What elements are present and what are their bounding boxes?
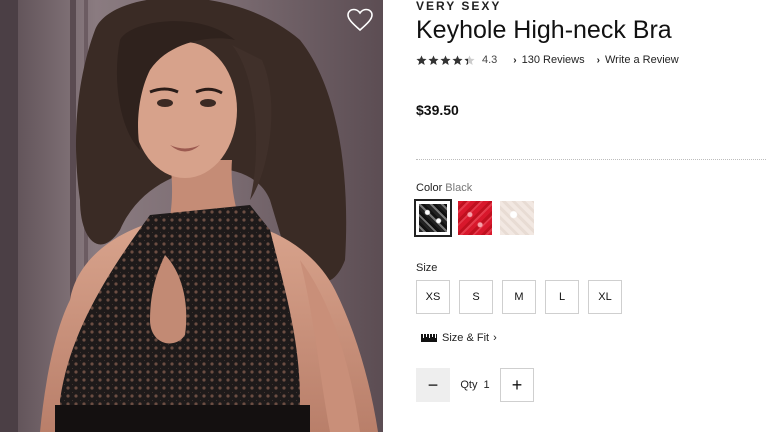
write-review-link[interactable]: › Write a Review [597, 54, 679, 66]
star-icon [416, 54, 427, 65]
reviews-link-label: 130 Reviews [521, 54, 585, 66]
swatch-ivory[interactable] [500, 201, 534, 235]
chevron-right-icon: › [596, 54, 600, 66]
size-options: XS S M L XL [416, 280, 631, 314]
size-fit-link[interactable]: Size & Fit › [421, 332, 497, 344]
size-option-s[interactable]: S [459, 280, 493, 314]
star-icon [452, 54, 463, 65]
heart-outline-icon [347, 8, 373, 32]
model-photo-illustration [0, 0, 383, 432]
write-review-label: Write a Review [604, 54, 679, 66]
size-option-m[interactable]: M [502, 280, 536, 314]
color-label: Color Black [416, 182, 472, 194]
size-label: Size [416, 262, 438, 274]
rating-row: 4.3 › 130 Reviews › Write a Review [416, 54, 691, 66]
swatch-red[interactable] [458, 201, 492, 235]
quantity-stepper: − Qty 1 + [416, 368, 534, 402]
size-fit-label: Size & Fit [442, 332, 490, 344]
quantity-label: Qty [460, 379, 478, 391]
rating-value: 4.3 [482, 54, 498, 66]
product-photo [0, 0, 383, 432]
rating-stars [416, 54, 476, 66]
color-label-text: Color [416, 182, 443, 194]
divider [416, 159, 766, 160]
size-option-xs[interactable]: XS [416, 280, 450, 314]
star-icon [440, 54, 451, 65]
reviews-link[interactable]: › 130 Reviews [513, 54, 584, 66]
brand-name: VERY SEXY [416, 0, 502, 13]
quantity-display: Qty 1 [450, 379, 500, 391]
product-details: VERY SEXY Keyhole High-neck Bra 4.3 › 13… [414, 0, 766, 432]
partial-star-icon [464, 54, 475, 65]
color-swatches [414, 199, 542, 237]
selected-color: Black [445, 182, 473, 194]
ruler-icon [421, 334, 437, 342]
star-icon [428, 54, 439, 65]
chevron-right-icon: › [513, 54, 517, 66]
swatch-black[interactable] [414, 199, 452, 237]
quantity-decrease-button[interactable]: − [416, 368, 450, 402]
size-option-xl[interactable]: XL [588, 280, 622, 314]
quantity-value: 1 [483, 379, 490, 391]
size-option-l[interactable]: L [545, 280, 579, 314]
product-price: $39.50 [416, 102, 459, 118]
chevron-right-icon: › [493, 332, 497, 344]
favorite-button[interactable] [347, 8, 377, 36]
quantity-increase-button[interactable]: + [500, 368, 534, 402]
product-title: Keyhole High-neck Bra [416, 16, 672, 44]
